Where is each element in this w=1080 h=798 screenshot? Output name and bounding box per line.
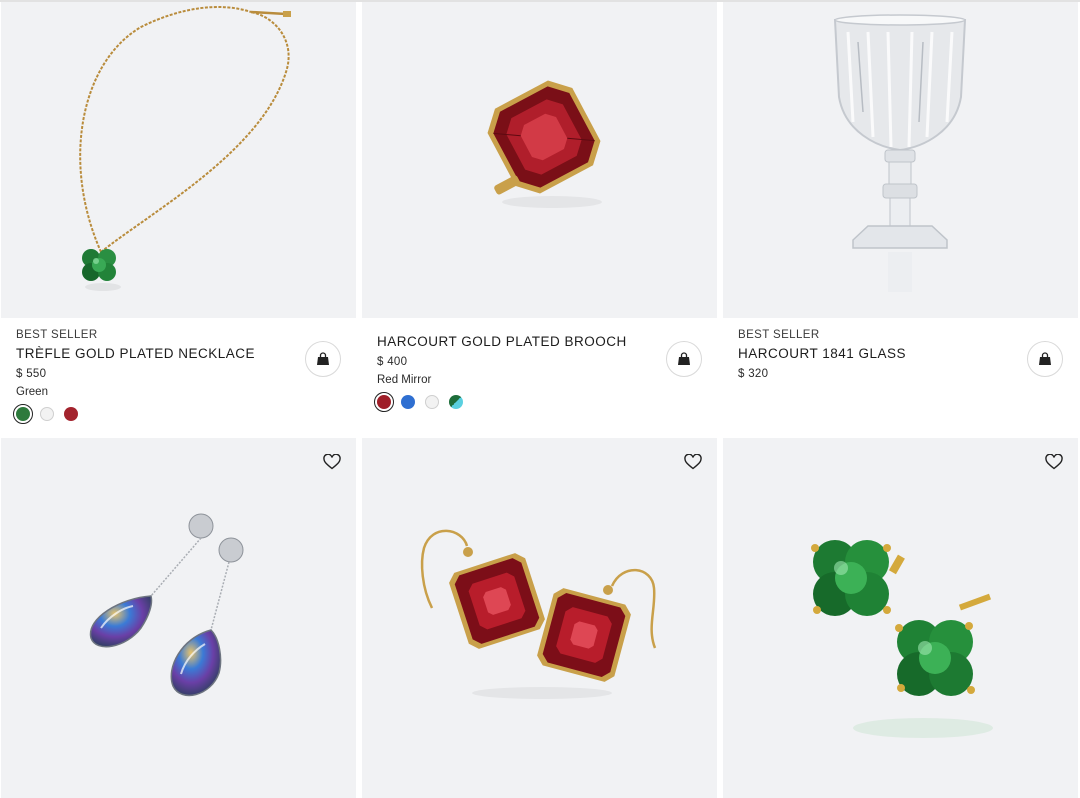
badge-best-seller: BEST SELLER (16, 329, 98, 341)
swatch-clear[interactable] (40, 407, 54, 421)
wishlist-button[interactable] (681, 450, 705, 474)
product-card-drop-earrings[interactable] (1, 438, 356, 798)
product-card-harcourt-brooch[interactable]: HARCOURT GOLD PLATED BROOCH $ 400 Red Mi… (362, 2, 717, 432)
wishlist-button[interactable] (1042, 450, 1066, 474)
product-image[interactable] (723, 2, 1078, 318)
color-swatches (13, 404, 341, 424)
product-name[interactable]: HARCOURT 1841 GLASS (738, 345, 1063, 363)
swatch-red-mirror[interactable] (374, 392, 394, 412)
product-image[interactable] (1, 2, 356, 318)
heart-icon (1045, 454, 1063, 470)
heart-icon (323, 454, 341, 470)
wishlist-button[interactable] (320, 450, 344, 474)
crystal-glass-image (833, 14, 967, 292)
red-crystal-earrings-image (420, 529, 657, 699)
add-to-bag-button[interactable] (666, 341, 702, 377)
product-image[interactable] (1, 438, 356, 798)
add-to-bag-button[interactable] (305, 341, 341, 377)
shopping-bag-icon (1039, 352, 1051, 365)
product-price: $ 550 (16, 368, 47, 380)
swatch-clear[interactable] (425, 395, 439, 409)
swatch-green[interactable] (13, 404, 33, 424)
product-price: $ 320 (738, 368, 769, 380)
product-image[interactable] (723, 438, 1078, 798)
badge-best-seller: BEST SELLER (738, 329, 820, 341)
add-to-bag-button[interactable] (1027, 341, 1063, 377)
swatch-blue[interactable] (401, 395, 415, 409)
product-name[interactable]: TRÈFLE GOLD PLATED NECKLACE (16, 345, 341, 363)
product-card-trefle-necklace[interactable]: BEST SELLER TRÈFLE GOLD PLATED NECKLACE … (1, 2, 356, 432)
product-card-harcourt-glass[interactable]: BEST SELLER HARCOURT 1841 GLASS $ 320 (723, 2, 1078, 432)
shopping-bag-icon (678, 352, 690, 365)
selected-variant: Green (16, 386, 48, 398)
color-swatches (374, 392, 702, 412)
brooch-image (487, 80, 602, 208)
selected-variant: Red Mirror (377, 374, 432, 386)
product-card-red-earrings[interactable] (362, 438, 717, 798)
product-image[interactable] (362, 2, 717, 318)
green-clover-earrings-image (811, 540, 993, 738)
swatch-red[interactable] (64, 407, 78, 421)
necklace-image (79, 6, 291, 291)
product-card-clover-earrings[interactable] (723, 438, 1078, 798)
swatch-green-blue[interactable] (449, 395, 463, 409)
heart-icon (684, 454, 702, 470)
product-price: $ 400 (377, 356, 408, 368)
shopping-bag-icon (317, 352, 329, 365)
iridescent-drop-earrings-image (89, 513, 244, 697)
product-name[interactable]: HARCOURT GOLD PLATED BROOCH (377, 333, 702, 351)
product-image[interactable] (362, 438, 717, 798)
